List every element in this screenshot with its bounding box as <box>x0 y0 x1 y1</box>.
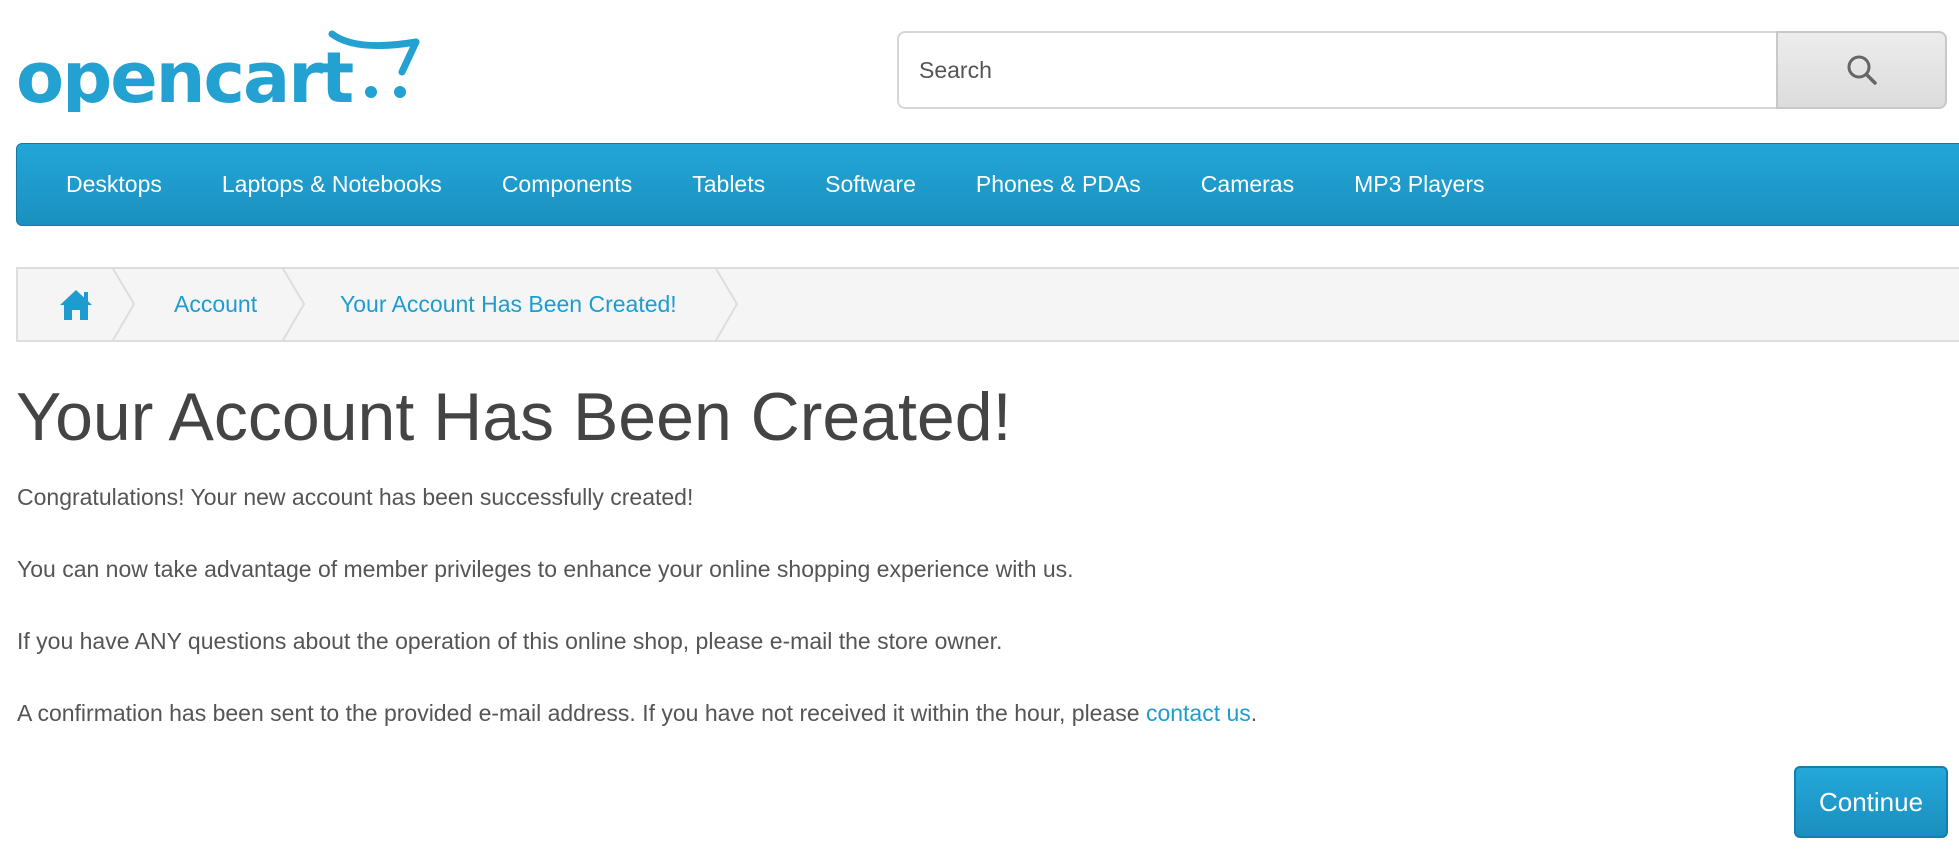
menu-item-components[interactable]: Components <box>502 171 632 198</box>
menu-item-phones-pdas[interactable]: Phones & PDAs <box>976 171 1141 198</box>
search-button[interactable] <box>1776 31 1947 109</box>
page: opencart Desktops Laptops & Notebooks Co… <box>0 0 1959 861</box>
menu-item-cameras[interactable]: Cameras <box>1201 171 1294 198</box>
logo-graphic: opencart <box>16 30 420 119</box>
questions-text: If you have ANY questions about the oper… <box>17 628 1003 654</box>
menu-item-tablets[interactable]: Tablets <box>692 171 765 198</box>
congratulations-text: Congratulations! Your new account has be… <box>17 484 694 510</box>
main-menu: Desktops Laptops & Notebooks Components … <box>16 143 1959 226</box>
search-input[interactable] <box>897 31 1776 109</box>
menu-item-laptops-notebooks[interactable]: Laptops & Notebooks <box>222 171 442 198</box>
confirmation-text-after: . <box>1250 700 1258 726</box>
contact-us-link[interactable]: contact us <box>1146 700 1251 726</box>
logo-cart-wheel-right <box>394 86 406 98</box>
privileges-text: You can now take advantage of member pri… <box>17 556 1074 582</box>
breadcrumb-item-account[interactable]: Account <box>174 269 257 340</box>
page-title: Your Account Has Been Created! <box>16 379 1012 455</box>
breadcrumb: Account Your Account Has Been Created! <box>16 267 1959 342</box>
menu-item-mp3-players[interactable]: MP3 Players <box>1354 171 1484 198</box>
search-bar <box>897 31 1947 109</box>
confirmation-text: A confirmation has been sent to the prov… <box>17 700 1257 727</box>
breadcrumb-separator <box>282 267 306 342</box>
continue-button[interactable]: Continue <box>1794 766 1948 838</box>
logo-text: opencart <box>16 37 353 112</box>
logo-cart-wheel-left <box>365 86 377 98</box>
opencart-logo[interactable]: opencart <box>16 22 424 119</box>
menu-item-software[interactable]: Software <box>825 171 916 198</box>
confirmation-text-before: A confirmation has been sent to the prov… <box>17 700 1146 726</box>
breadcrumb-separator <box>112 267 136 342</box>
logo-cart-handle <box>328 30 420 50</box>
search-icon <box>1847 55 1877 85</box>
breadcrumb-separator <box>715 267 739 342</box>
menu-item-desktops[interactable]: Desktops <box>66 171 162 198</box>
breadcrumb-item-current[interactable]: Your Account Has Been Created! <box>340 269 677 340</box>
home-icon[interactable] <box>58 288 94 322</box>
